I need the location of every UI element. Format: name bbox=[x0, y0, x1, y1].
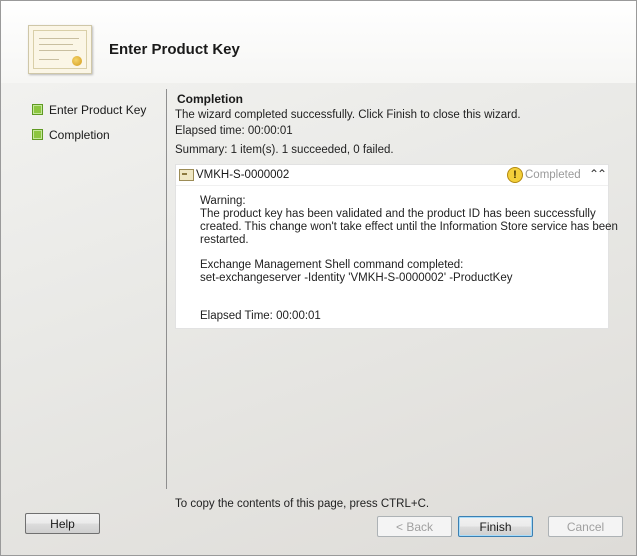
result-elapsed-time: Elapsed Time: 00:00:01 bbox=[200, 310, 321, 322]
vertical-divider bbox=[166, 89, 167, 489]
finish-button[interactable]: Finish bbox=[458, 516, 533, 537]
section-title: Completion bbox=[177, 92, 243, 106]
command-text: set-exchangeserver -Identity 'VMKH-S-000… bbox=[200, 272, 513, 284]
server-name: VMKH-S-0000002 bbox=[196, 169, 290, 181]
certificate-icon bbox=[28, 25, 92, 74]
warning-label: Warning: bbox=[200, 195, 246, 207]
back-button[interactable]: < Back bbox=[377, 516, 452, 537]
warning-text-line: created. This change won't take effect u… bbox=[200, 221, 618, 233]
step-completion[interactable]: Completion bbox=[29, 122, 146, 147]
result-panel: VMKH-S-0000002 ! Completed ⌃⌃ Warning: T… bbox=[175, 164, 618, 329]
step-complete-icon bbox=[32, 104, 43, 115]
server-icon bbox=[179, 169, 194, 181]
wizard-window: Enter Product Key Enter Product Key Comp… bbox=[0, 0, 637, 556]
result-header[interactable]: VMKH-S-0000002 ! Completed ⌃⌃ bbox=[176, 165, 608, 186]
wizard-header: Enter Product Key bbox=[1, 1, 636, 83]
warning-icon: ! bbox=[507, 167, 523, 183]
step-enter-product-key[interactable]: Enter Product Key bbox=[29, 97, 146, 122]
help-button[interactable]: Help bbox=[25, 513, 100, 534]
warning-text-line: The product key has been validated and t… bbox=[200, 208, 596, 220]
page-title: Enter Product Key bbox=[109, 41, 240, 58]
wizard-steps: Enter Product Key Completion bbox=[29, 97, 146, 147]
copy-hint: To copy the contents of this page, press… bbox=[175, 498, 430, 510]
command-label: Exchange Management Shell command comple… bbox=[200, 259, 464, 271]
chevron-up-icon[interactable]: ⌃⌃ bbox=[589, 167, 607, 181]
step-complete-icon bbox=[32, 129, 43, 140]
status-text: Completed bbox=[525, 169, 581, 181]
summary-text: Summary: 1 item(s). 1 succeeded, 0 faile… bbox=[175, 144, 394, 156]
cancel-button[interactable]: Cancel bbox=[548, 516, 623, 537]
step-label: Completion bbox=[49, 127, 110, 142]
completion-message: The wizard completed successfully. Click… bbox=[175, 109, 521, 121]
warning-text-line: restarted. bbox=[200, 234, 249, 246]
elapsed-time: Elapsed time: 00:00:01 bbox=[175, 125, 293, 137]
step-label: Enter Product Key bbox=[49, 102, 147, 117]
